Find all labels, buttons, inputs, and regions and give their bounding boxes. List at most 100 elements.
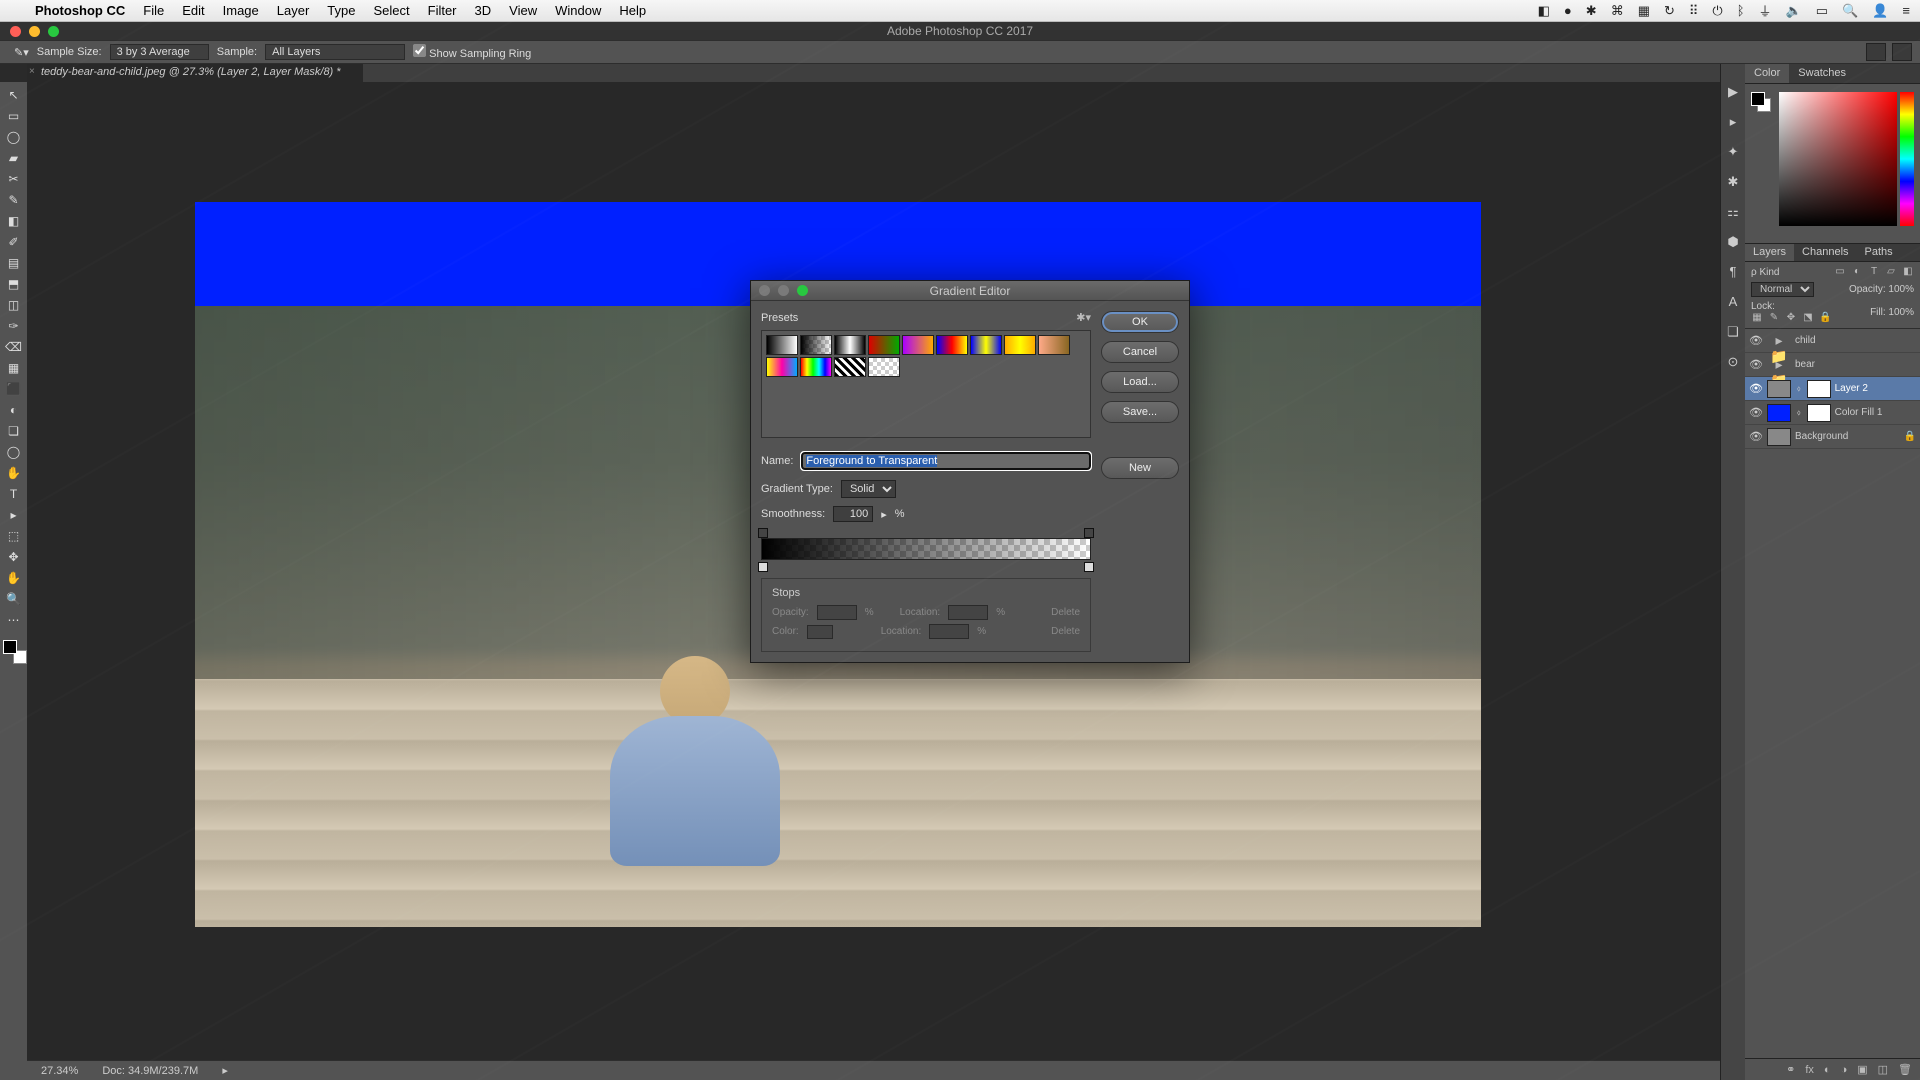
gradient-preset[interactable] — [800, 335, 832, 355]
layer-row[interactable]: 👁▸📁child — [1745, 329, 1920, 353]
tool-button[interactable]: ◫ — [3, 296, 25, 314]
tool-button[interactable]: ✥ — [3, 548, 25, 566]
dialog-zoom-icon[interactable] — [797, 285, 808, 296]
menu-image[interactable]: Image — [214, 3, 268, 18]
tool-button[interactable]: ⬚ — [3, 527, 25, 545]
tool-button[interactable]: ▰ — [3, 149, 25, 167]
menu-edit[interactable]: Edit — [173, 3, 213, 18]
show-sampling-ring-checkbox[interactable]: Show Sampling Ring — [413, 44, 531, 60]
tool-button[interactable]: ◧ — [3, 212, 25, 230]
gradient-name-input[interactable] — [801, 452, 1091, 470]
tool-button[interactable]: ✑ — [3, 317, 25, 335]
tab-color[interactable]: Color — [1745, 64, 1789, 83]
layer-row[interactable]: 👁▸📁bear — [1745, 353, 1920, 377]
close-window-icon[interactable] — [10, 26, 21, 37]
gradient-preset[interactable] — [868, 357, 900, 377]
menu-extras-icon[interactable]: ≡ — [1902, 3, 1910, 18]
tool-button[interactable]: ↖ — [3, 86, 25, 104]
close-tab-icon[interactable]: × — [29, 66, 35, 77]
menu-type[interactable]: Type — [318, 3, 364, 18]
tool-button[interactable]: ⬒ — [3, 275, 25, 293]
color-stop[interactable] — [1084, 562, 1094, 572]
opacity-value[interactable]: 100% — [1888, 284, 1914, 295]
tool-button[interactable]: ▸ — [3, 506, 25, 524]
document-tab[interactable]: × teddy-bear-and-child.jpeg @ 27.3% (Lay… — [27, 64, 363, 82]
tool-button[interactable]: ✎ — [3, 191, 25, 209]
hue-slider[interactable] — [1900, 92, 1914, 226]
tool-button[interactable]: ⬛ — [3, 380, 25, 398]
tool-button[interactable]: ◯ — [3, 128, 25, 146]
sample-dropdown[interactable]: All Layers — [265, 44, 405, 60]
zoom-level[interactable]: 27.34% — [41, 1065, 78, 1077]
fx-icon[interactable]: fx — [1805, 1064, 1814, 1076]
status-icon[interactable]: ▦ — [1638, 3, 1650, 19]
color-stop[interactable] — [758, 562, 768, 572]
menu-layer[interactable]: Layer — [268, 3, 319, 18]
gradient-preset[interactable] — [1038, 335, 1070, 355]
tool-button[interactable]: ▭ — [3, 107, 25, 125]
tool-button[interactable]: ⋯ — [3, 611, 25, 629]
app-name[interactable]: Photoshop CC — [26, 3, 134, 18]
tool-button[interactable]: ◯ — [3, 443, 25, 461]
gradient-preset[interactable] — [766, 357, 798, 377]
menu-help[interactable]: Help — [610, 3, 655, 18]
fill-value[interactable]: 100% — [1888, 307, 1914, 318]
dialog-titlebar[interactable]: Gradient Editor — [751, 281, 1189, 301]
status-icon[interactable]: ◧ — [1538, 3, 1550, 19]
battery-icon[interactable]: ▭ — [1816, 3, 1828, 19]
layer-row[interactable]: 👁⬨Color Fill 1 — [1745, 401, 1920, 425]
blend-mode-dropdown[interactable]: Normal — [1751, 282, 1814, 297]
sample-size-dropdown[interactable]: 3 by 3 Average — [110, 44, 209, 60]
status-icon[interactable]: ✱ — [1586, 3, 1597, 19]
panel-icon[interactable]: A — [1724, 294, 1742, 312]
gradient-preset[interactable] — [970, 335, 1002, 355]
layer-row[interactable]: 👁Background🔒 — [1745, 425, 1920, 449]
tab-channels[interactable]: Channels — [1794, 244, 1856, 261]
eyedropper-icon[interactable]: ✎▾ — [14, 46, 29, 59]
tab-paths[interactable]: Paths — [1857, 244, 1901, 261]
tool-button[interactable]: 🔍 — [3, 590, 25, 608]
workspace-button[interactable] — [1866, 43, 1886, 61]
foreground-background-swatch[interactable] — [3, 640, 25, 662]
status-chevron-icon[interactable]: ▸ — [222, 1064, 228, 1077]
panel-icon[interactable]: ✱ — [1724, 174, 1742, 192]
layer-row[interactable]: 👁⬨Layer 2 — [1745, 377, 1920, 401]
lock-icons[interactable]: ▦✎✥⬔🔒 — [1751, 312, 1831, 324]
gradient-preset[interactable] — [1004, 335, 1036, 355]
gradient-preset[interactable] — [936, 335, 968, 355]
menu-view[interactable]: View — [500, 3, 546, 18]
tool-button[interactable]: ⌫ — [3, 338, 25, 356]
tool-button[interactable]: ▤ — [3, 254, 25, 272]
wifi-icon[interactable]: ⏚ — [1759, 1, 1772, 20]
opacity-stop[interactable] — [1084, 528, 1094, 538]
panel-icon[interactable]: ⊙ — [1724, 354, 1742, 372]
menu-select[interactable]: Select — [364, 3, 418, 18]
tool-button[interactable]: T — [3, 485, 25, 503]
status-icon[interactable]: ⠿ — [1689, 3, 1699, 19]
panel-icon[interactable]: ¶ — [1724, 264, 1742, 282]
tool-button[interactable]: ◐ — [3, 401, 25, 419]
color-field[interactable] — [1779, 92, 1897, 226]
link-layers-icon[interactable]: ⚭ — [1786, 1063, 1795, 1076]
tool-button[interactable]: ✂ — [3, 170, 25, 188]
gradient-type-dropdown[interactable]: Solid — [841, 480, 896, 498]
gradient-preset[interactable] — [902, 335, 934, 355]
load-button[interactable]: Load... — [1101, 371, 1179, 393]
spotlight-icon[interactable]: 🔍 — [1842, 3, 1858, 19]
gradient-preset[interactable] — [800, 357, 832, 377]
tool-button[interactable]: ▦ — [3, 359, 25, 377]
panel-icon[interactable]: ▶ — [1724, 84, 1742, 102]
presets-gear-icon[interactable]: ✱▾ — [1076, 311, 1091, 324]
visibility-icon[interactable]: 👁 — [1749, 406, 1763, 419]
new-button[interactable]: New — [1101, 457, 1179, 479]
gradient-preset[interactable] — [834, 335, 866, 355]
tool-button[interactable]: ❏ — [3, 422, 25, 440]
tool-button[interactable]: ✐ — [3, 233, 25, 251]
trash-icon[interactable]: 🗑 — [1898, 1063, 1912, 1076]
layer-filter-icons[interactable]: ▭◐T▱◧ — [1834, 266, 1914, 278]
volume-icon[interactable]: 🔈 — [1786, 3, 1802, 19]
visibility-icon[interactable]: 👁 — [1749, 430, 1763, 443]
gradient-ramp[interactable] — [761, 528, 1091, 572]
gradient-bar[interactable] — [761, 538, 1091, 560]
visibility-icon[interactable]: 👁 — [1749, 358, 1763, 371]
